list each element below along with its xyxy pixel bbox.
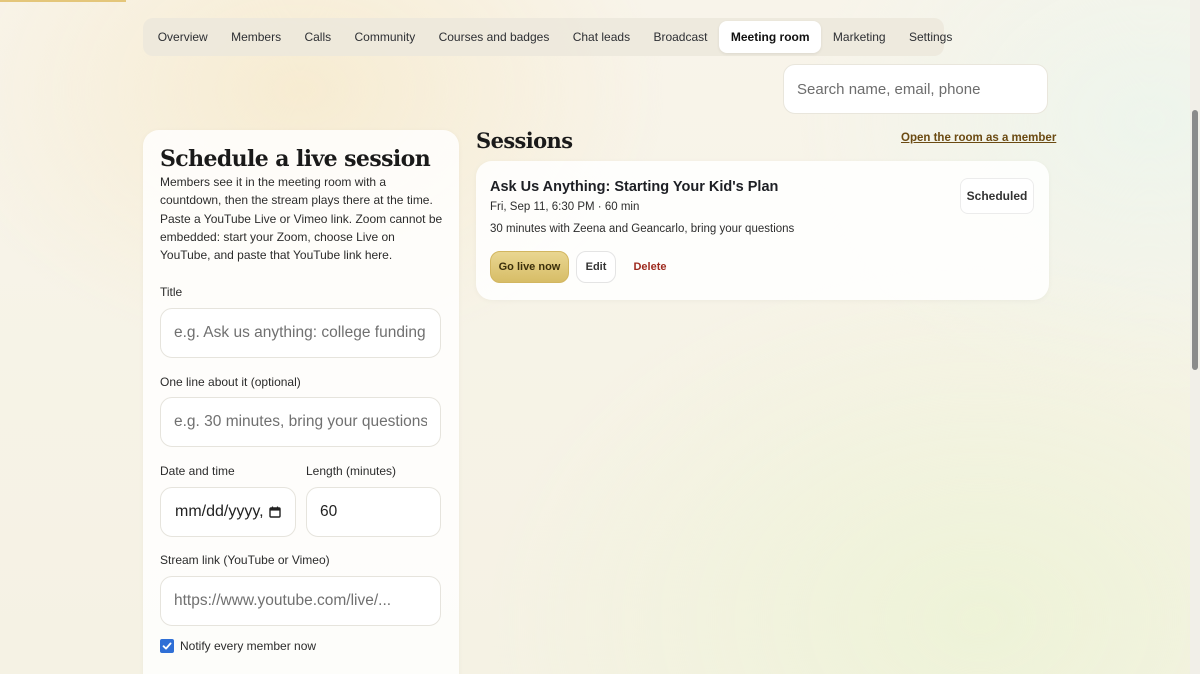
delete-button[interactable]: Delete	[624, 251, 676, 283]
tab-members[interactable]: Members	[219, 21, 292, 53]
top-tab-bar: Overview Members Calls Community Courses…	[143, 18, 952, 56]
session-card: Ask Us Anything: Starting Your Kid's Pla…	[476, 161, 1049, 300]
notify-row: Notify every member now	[160, 639, 316, 653]
session-datetime: Fri, Sep 11, 6:30 PM · 60 min	[490, 201, 640, 213]
oneline-input[interactable]	[160, 397, 441, 447]
length-label: Length (minutes)	[306, 464, 397, 478]
date-time-input[interactable]: mm/dd/yyyy,	[160, 487, 296, 537]
sessions-title: Sessions	[476, 128, 573, 153]
stream-link-input[interactable]	[160, 576, 441, 626]
schedule-description: Members see it in the meeting room with …	[160, 175, 443, 263]
tab-broadcast[interactable]: Broadcast	[642, 21, 719, 53]
tab-meeting-room[interactable]: Meeting room	[719, 21, 822, 53]
notify-label: Notify every member now	[180, 639, 317, 653]
date-time-value: mm/dd/yyyy,	[175, 503, 264, 520]
tab-settings[interactable]: Settings	[897, 21, 964, 53]
open-room-as-member-link[interactable]: Open the room as a member	[901, 132, 1056, 144]
notify-checkbox[interactable]	[160, 639, 174, 653]
session-description: 30 minutes with Zeena and Geancarlo, bri…	[490, 223, 795, 235]
oneline-label: One line about it (optional)	[160, 375, 301, 389]
schedule-title: Schedule a live session	[160, 146, 431, 172]
date-time-label: Date and time	[160, 464, 235, 478]
stream-link-label: Stream link (YouTube or Vimeo)	[160, 553, 330, 567]
tab-courses-and-badges[interactable]: Courses and badges	[427, 21, 561, 53]
title-input[interactable]	[160, 308, 441, 358]
calendar-icon[interactable]	[269, 506, 281, 518]
corner-accent	[0, 0, 126, 2]
tab-overview[interactable]: Overview	[146, 21, 219, 53]
tab-marketing[interactable]: Marketing	[821, 21, 897, 53]
length-input[interactable]	[306, 487, 441, 537]
schedule-session-panel: Schedule a live session Members see it i…	[143, 130, 459, 674]
check-icon	[162, 642, 172, 650]
scrollbar-thumb[interactable]	[1192, 110, 1198, 370]
edit-button[interactable]: Edit	[576, 251, 616, 283]
session-name: Ask Us Anything: Starting Your Kid's Pla…	[490, 179, 779, 195]
tab-chat-leads[interactable]: Chat leads	[561, 21, 642, 53]
tab-calls[interactable]: Calls	[293, 21, 343, 53]
search-input[interactable]	[783, 64, 1048, 114]
title-label: Title	[160, 285, 183, 299]
go-live-button[interactable]: Go live now	[490, 251, 569, 283]
status-badge: Scheduled	[960, 178, 1034, 214]
scrollbar-track[interactable]	[1190, 0, 1200, 674]
tab-community[interactable]: Community	[343, 21, 427, 53]
